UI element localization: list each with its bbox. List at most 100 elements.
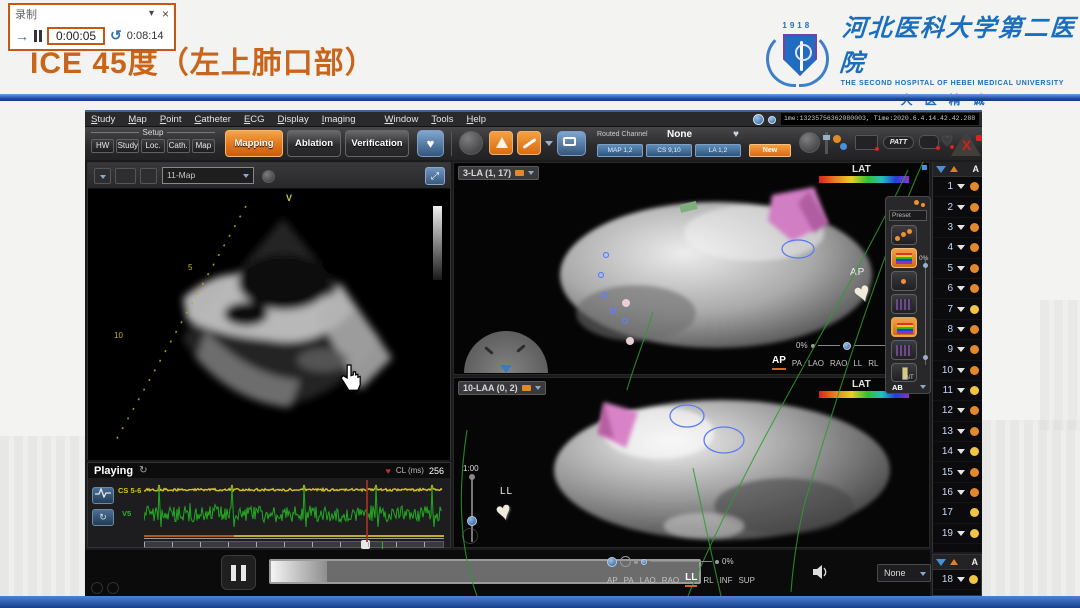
menu-item[interactable]: Help bbox=[467, 114, 487, 125]
map2-fill-slider[interactable]: 0% bbox=[607, 556, 734, 567]
orientation-label[interactable]: LL bbox=[853, 359, 862, 370]
setup-button[interactable]: Loc. bbox=[141, 139, 164, 153]
point-row[interactable]: 16 bbox=[933, 483, 982, 503]
point-row[interactable]: 4 bbox=[933, 238, 982, 258]
slide-time-field[interactable]: 0:00:05 bbox=[47, 27, 105, 45]
menu-item[interactable]: Window bbox=[385, 114, 419, 125]
attribute-icon[interactable]: A bbox=[973, 164, 980, 174]
map1-fill-slider[interactable]: 0% bbox=[796, 341, 899, 350]
pause-recording-icon[interactable] bbox=[34, 30, 42, 42]
timer-button[interactable] bbox=[459, 131, 483, 155]
menu-item[interactable]: Tools bbox=[431, 114, 453, 125]
video-source-select[interactable]: 11-Map bbox=[162, 167, 254, 184]
heart-view-button[interactable]: ♥ bbox=[417, 130, 444, 157]
chevron-down-icon[interactable] bbox=[957, 184, 965, 189]
chevron-down-icon[interactable] bbox=[957, 408, 965, 413]
point-row[interactable]: 10 bbox=[933, 361, 982, 381]
chevron-down-icon[interactable]: ▾ bbox=[149, 8, 154, 19]
setup-button[interactable]: Cath. bbox=[167, 139, 190, 153]
mesh-display-button[interactable] bbox=[891, 294, 917, 314]
timeline-cursor[interactable] bbox=[366, 480, 368, 542]
point-row[interactable]: 11 bbox=[933, 381, 982, 401]
chevron-down-icon[interactable] bbox=[957, 449, 965, 454]
threshold-slider[interactable] bbox=[925, 259, 926, 365]
setup-button[interactable]: HW bbox=[91, 139, 114, 153]
menu-item[interactable]: Display bbox=[278, 114, 309, 125]
point-row[interactable]: 14 bbox=[933, 442, 982, 462]
panel-menu-button[interactable] bbox=[94, 168, 111, 184]
orientation-label[interactable]: PA bbox=[624, 576, 634, 587]
attribute-icon[interactable]: A bbox=[972, 557, 979, 567]
mini-slider[interactable] bbox=[825, 132, 828, 154]
next-slide-icon[interactable]: → bbox=[15, 28, 29, 44]
point-row[interactable]: 6 bbox=[933, 279, 982, 299]
orientation-label[interactable]: LAO bbox=[640, 576, 656, 587]
point-row[interactable]: 17 bbox=[933, 503, 982, 523]
chevron-down-icon[interactable] bbox=[957, 327, 965, 332]
orientation-label[interactable]: LAO bbox=[808, 359, 824, 370]
video-tool-button[interactable] bbox=[115, 168, 136, 184]
orientation-label[interactable]: RL bbox=[868, 359, 878, 370]
color-fill-button[interactable] bbox=[891, 248, 917, 268]
point-row[interactable]: 1 bbox=[933, 177, 982, 197]
channel-button[interactable]: CS 9,10 bbox=[646, 144, 692, 157]
chevron-down-icon[interactable] bbox=[957, 388, 965, 393]
point-row[interactable]: 9 bbox=[933, 340, 982, 360]
recording-toolbar[interactable]: 录制 ▾ × → 0:00:05 ↺ 0:08:14 bbox=[8, 3, 176, 51]
verification-mode-button[interactable]: Verification bbox=[345, 130, 409, 157]
orientation-label[interactable]: RAO bbox=[662, 576, 679, 587]
menu-item[interactable]: ECG bbox=[244, 114, 265, 125]
setup-button[interactable]: Map bbox=[192, 139, 215, 153]
speaker-icon[interactable] bbox=[811, 562, 831, 582]
map1-title-chip[interactable]: 3-LA (1, 17) bbox=[458, 166, 539, 180]
sort-icon[interactable] bbox=[950, 166, 958, 172]
ablation-mode-button[interactable]: Ablation bbox=[287, 130, 341, 157]
catheter-select-button[interactable] bbox=[517, 131, 541, 155]
catheter-tip2-icon[interactable] bbox=[840, 143, 847, 150]
point-row[interactable]: 2 bbox=[933, 197, 982, 217]
video-probe-button[interactable] bbox=[140, 168, 157, 184]
point-row[interactable]: 19 bbox=[933, 524, 982, 544]
orientation-label[interactable]: INF bbox=[720, 576, 733, 587]
chevron-down-icon[interactable] bbox=[957, 470, 965, 475]
setup-button[interactable]: Study bbox=[116, 139, 139, 153]
channel-button[interactable]: MAP 1,2 bbox=[597, 144, 643, 157]
points-display-button[interactable] bbox=[891, 225, 917, 245]
chevron-down-icon[interactable] bbox=[957, 245, 965, 250]
video-record-dot-button[interactable] bbox=[262, 170, 275, 183]
channel-button[interactable]: LA 1,2 bbox=[695, 144, 741, 157]
point-row[interactable]: 13 bbox=[933, 422, 982, 442]
slider-knob[interactable] bbox=[467, 516, 477, 526]
orientation-label[interactable]: LL bbox=[685, 572, 697, 587]
visualization-select[interactable]: None bbox=[877, 564, 931, 582]
filter-icon[interactable] bbox=[936, 559, 946, 566]
mapping-mode-button[interactable]: Mapping bbox=[225, 130, 283, 157]
chevron-down-icon[interactable] bbox=[957, 286, 965, 291]
orientation-label[interactable]: SUP bbox=[738, 576, 754, 587]
map2-rotate-button[interactable] bbox=[462, 528, 478, 544]
chevron-down-icon[interactable] bbox=[957, 205, 965, 210]
single-point-button[interactable] bbox=[891, 271, 917, 291]
orientation-label[interactable]: PA bbox=[792, 359, 802, 370]
chevron-down-icon[interactable] bbox=[957, 225, 965, 230]
point-row[interactable]: 12 bbox=[933, 401, 982, 421]
menu-item[interactable]: Catheter bbox=[194, 114, 230, 125]
chevron-down-icon[interactable] bbox=[920, 385, 926, 389]
chevron-down-icon[interactable] bbox=[957, 490, 965, 495]
chevron-down-icon[interactable] bbox=[957, 307, 965, 312]
screen-layout-button[interactable] bbox=[557, 131, 586, 156]
app-corner-button1[interactable] bbox=[91, 582, 103, 594]
point-row[interactable]: 3 bbox=[933, 218, 982, 238]
chevron-down-icon[interactable] bbox=[957, 577, 965, 582]
system-settings-icon[interactable] bbox=[753, 114, 764, 125]
chevron-down-icon[interactable] bbox=[957, 266, 965, 271]
app-corner-button2[interactable] bbox=[107, 582, 119, 594]
filter-icon[interactable] bbox=[936, 166, 946, 173]
basket-catheter-button[interactable] bbox=[489, 131, 513, 155]
point-row[interactable]: 8 bbox=[933, 320, 982, 340]
chevron-down-icon[interactable] bbox=[957, 531, 965, 536]
point-row[interactable]: 7 bbox=[933, 299, 982, 319]
chevron-down-icon[interactable] bbox=[957, 429, 965, 434]
new-channel-button[interactable]: New bbox=[749, 144, 791, 157]
grid-display-button[interactable] bbox=[891, 340, 917, 360]
